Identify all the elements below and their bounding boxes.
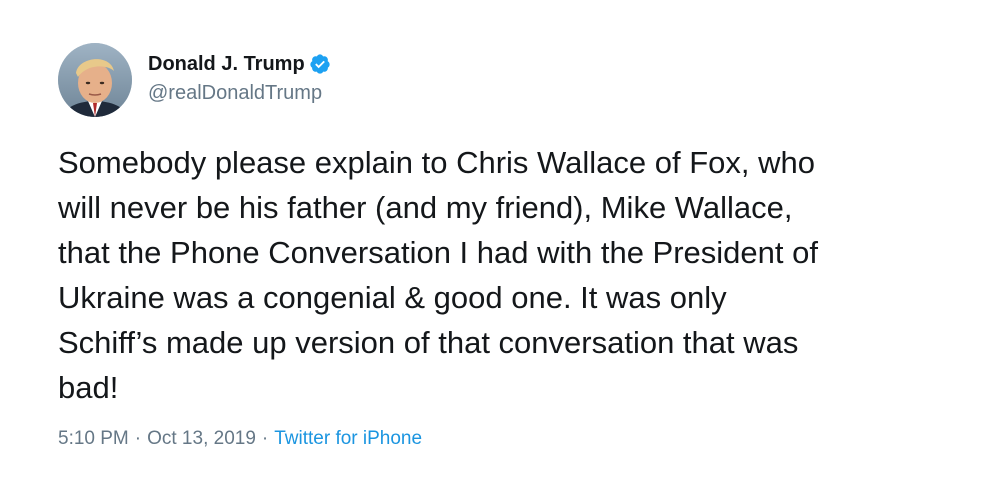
tweet-text-line: will never be his father (and my friend)… (58, 190, 793, 225)
author-handle[interactable]: @realDonaldTrump (148, 81, 322, 105)
tweet-text: Somebody please explain to Chris Wallace… (58, 140, 938, 410)
tweet-text-line: Schiff’s made up version of that convers… (58, 325, 799, 360)
verified-badge-icon (309, 53, 331, 75)
meta-separator: · (261, 428, 269, 449)
meta-separator: · (134, 428, 142, 449)
avatar[interactable] (58, 43, 132, 117)
avatar-photo-icon (58, 43, 132, 117)
tweet-card: Donald J. Trump @realDonaldTrump Somebod… (0, 0, 1003, 503)
tweet-time[interactable]: 5:10 PM (58, 428, 129, 449)
tweet-date[interactable]: Oct 13, 2019 (147, 428, 256, 449)
author-name-row[interactable]: Donald J. Trump (148, 52, 331, 76)
tweet-metadata: 5:10 PM · Oct 13, 2019 · Twitter for iPhone (58, 427, 422, 451)
author-name[interactable]: Donald J. Trump (148, 52, 305, 76)
tweet-text-line: Somebody please explain to Chris Wallace… (58, 145, 816, 180)
tweet-text-line: Ukraine was a congenial & good one. It w… (58, 280, 727, 315)
tweet-text-line: bad! (58, 370, 119, 405)
tweet-source-link[interactable]: Twitter for iPhone (274, 428, 422, 449)
tweet-text-line: that the Phone Conversation I had with t… (58, 235, 818, 270)
